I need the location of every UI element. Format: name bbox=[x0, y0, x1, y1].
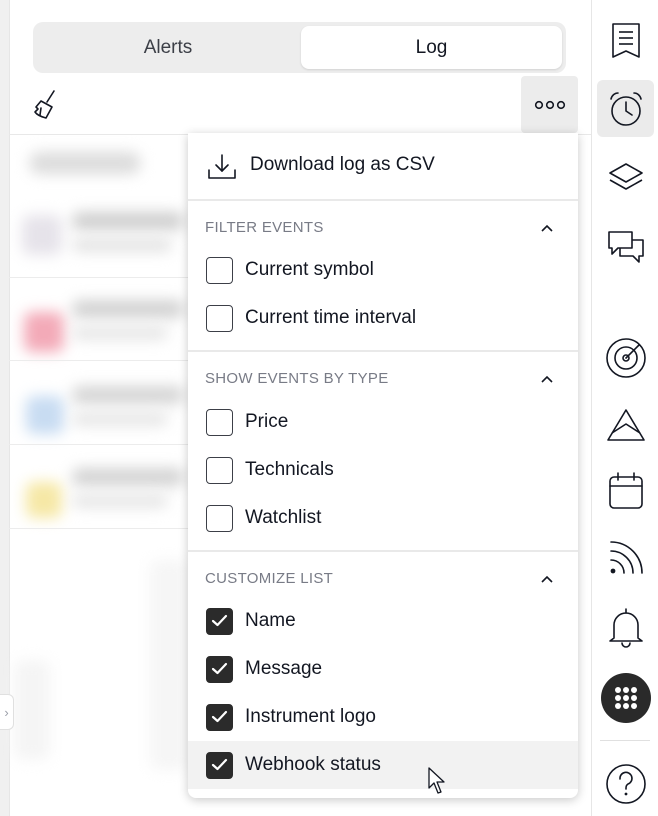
checkbox-label: Current symbol bbox=[245, 259, 374, 280]
checkbox-label: Message bbox=[245, 658, 323, 679]
broom-icon[interactable] bbox=[32, 88, 62, 122]
checkbox-message[interactable]: Message bbox=[188, 645, 578, 693]
apps-grid-icon bbox=[600, 672, 651, 723]
download-csv-item[interactable]: Download log as CSV bbox=[188, 133, 578, 199]
checkmark-icon bbox=[211, 710, 228, 723]
menu-divider bbox=[188, 199, 578, 201]
checkbox-box[interactable] bbox=[206, 409, 233, 436]
news-button[interactable] bbox=[597, 529, 654, 586]
checkbox-box[interactable] bbox=[206, 257, 233, 284]
checkbox-box-checked[interactable] bbox=[206, 608, 233, 635]
checkbox-label: Webhook status bbox=[245, 754, 381, 775]
help-icon bbox=[605, 763, 646, 804]
ideas-mountain-icon bbox=[606, 408, 645, 441]
checkbox-box-checked[interactable] bbox=[206, 752, 233, 779]
checkmark-icon bbox=[211, 758, 228, 771]
more-options-button[interactable] bbox=[521, 76, 578, 133]
checkbox-label: Current time interval bbox=[245, 307, 417, 328]
alarm-clock-icon bbox=[609, 91, 642, 126]
collapse-panel-handle[interactable]: › bbox=[0, 694, 14, 730]
hotlists-button[interactable] bbox=[597, 329, 654, 386]
layers-icon bbox=[608, 162, 643, 190]
chats-button[interactable] bbox=[597, 219, 654, 276]
checkbox-label: Price bbox=[245, 411, 289, 432]
tab-switcher: Alerts Log bbox=[33, 22, 566, 73]
checkbox-box-checked[interactable] bbox=[206, 704, 233, 731]
notifications-button[interactable] bbox=[597, 598, 654, 655]
checkmark-icon bbox=[211, 614, 228, 627]
download-icon bbox=[207, 153, 237, 181]
object-tree-button[interactable] bbox=[597, 149, 654, 206]
help-button[interactable] bbox=[597, 755, 654, 812]
log-options-menu: Download log as CSV FILTER EVENTS Curren… bbox=[188, 133, 578, 798]
checkmark-icon bbox=[211, 662, 228, 675]
more-horizontal-icon bbox=[534, 100, 565, 109]
menu-divider bbox=[188, 350, 578, 352]
menu-divider bbox=[188, 550, 578, 552]
checkbox-label: Watchlist bbox=[245, 507, 322, 528]
chat-icon bbox=[607, 230, 644, 263]
chevron-up-icon[interactable] bbox=[540, 374, 554, 384]
checkbox-price[interactable]: Price bbox=[188, 398, 578, 446]
checkbox-webhook-status[interactable]: Webhook status bbox=[188, 741, 578, 789]
mouse-cursor-icon bbox=[428, 767, 445, 794]
radar-icon bbox=[605, 337, 646, 378]
checkbox-label: Name bbox=[245, 610, 296, 631]
checkbox-watchlist[interactable]: Watchlist bbox=[188, 494, 578, 542]
section-title-filter-events: FILTER EVENTS bbox=[205, 219, 324, 236]
right-sidebar-toolbar bbox=[591, 0, 658, 816]
tab-log[interactable]: Log bbox=[301, 26, 562, 69]
watchlist-button[interactable] bbox=[597, 12, 654, 69]
chevron-up-icon[interactable] bbox=[540, 574, 554, 584]
watchlist-icon bbox=[611, 22, 640, 58]
checkbox-name[interactable]: Name bbox=[188, 597, 578, 645]
news-feed-icon bbox=[609, 540, 643, 574]
ideas-button[interactable] bbox=[597, 395, 654, 452]
apps-button[interactable] bbox=[597, 669, 654, 726]
calendar-icon bbox=[608, 471, 643, 509]
checkbox-label: Technicals bbox=[245, 459, 334, 480]
toolbar-divider bbox=[600, 740, 650, 741]
checkbox-label: Instrument logo bbox=[245, 706, 376, 727]
checkbox-box[interactable] bbox=[206, 457, 233, 484]
chevron-up-icon[interactable] bbox=[540, 223, 554, 233]
calendar-button[interactable] bbox=[597, 462, 654, 519]
tab-alerts[interactable]: Alerts bbox=[37, 26, 299, 69]
checkbox-box[interactable] bbox=[206, 505, 233, 532]
alerts-button[interactable] bbox=[597, 80, 654, 137]
checkbox-instrument-logo[interactable]: Instrument logo bbox=[188, 693, 578, 741]
checkbox-box[interactable] bbox=[206, 305, 233, 332]
bell-icon bbox=[608, 607, 643, 648]
checkbox-current-symbol[interactable]: Current symbol bbox=[188, 246, 578, 294]
section-title-customize-list: CUSTOMIZE LIST bbox=[205, 570, 334, 587]
section-title-show-events: SHOW EVENTS BY TYPE bbox=[205, 370, 389, 387]
checkbox-box-checked[interactable] bbox=[206, 656, 233, 683]
checkbox-technicals[interactable]: Technicals bbox=[188, 446, 578, 494]
checkbox-current-time-interval[interactable]: Current time interval bbox=[188, 294, 578, 342]
download-csv-label: Download log as CSV bbox=[250, 154, 435, 175]
